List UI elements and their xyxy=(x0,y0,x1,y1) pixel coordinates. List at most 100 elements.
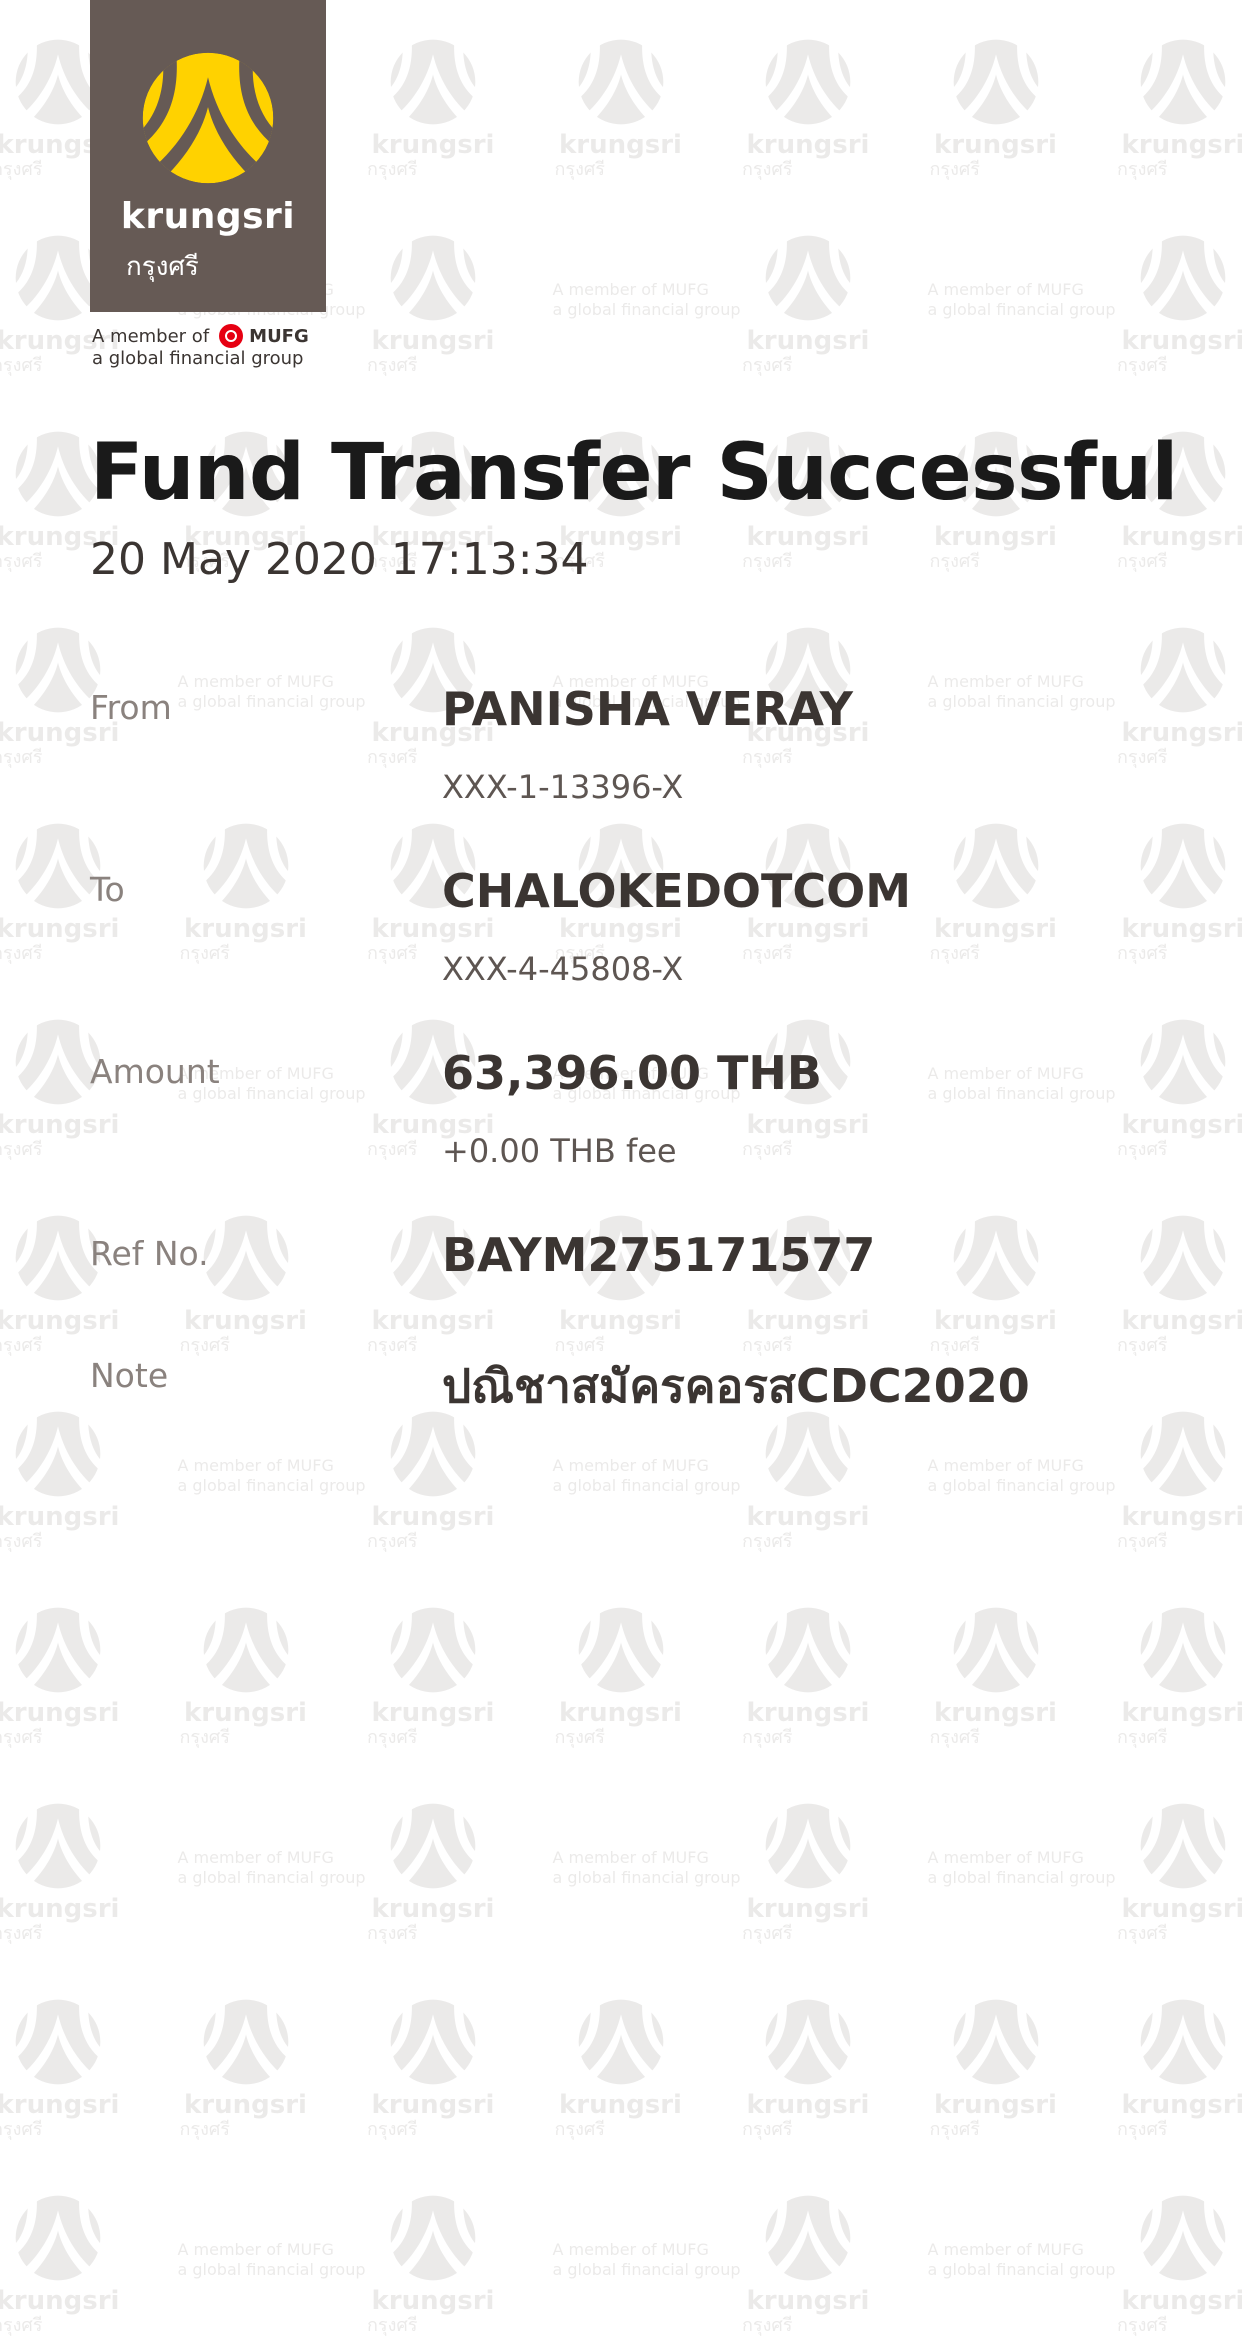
from-name: PANISHA VERAY xyxy=(442,682,853,736)
amount-value: 63,396.00 THB xyxy=(442,1046,822,1100)
watermark-logo-icon xyxy=(763,2195,853,2281)
watermark-logo-icon xyxy=(1138,823,1228,909)
watermark-logo-icon xyxy=(13,2195,103,2281)
watermark-member-text: A member of MUFGa global financial group xyxy=(177,1456,366,1495)
watermark-member-text: A member of MUFGa global financial group xyxy=(552,280,741,319)
watermark-logo-icon xyxy=(201,1607,290,1693)
watermark-tile: krungsriกรุงศรี xyxy=(1113,36,1242,186)
watermark-member-text: A member of MUFGa global financial group xyxy=(177,672,366,711)
watermark-logo-icon xyxy=(576,1607,665,1693)
watermark-tile: krungsriกรุงศรี xyxy=(926,1996,1066,2146)
watermark-tile: krungsriกรุงศรี xyxy=(1113,1408,1242,1558)
watermark-logo-icon xyxy=(388,235,478,321)
watermark-logo-icon xyxy=(388,1607,478,1693)
watermark-tile: krungsriกรุงศรี xyxy=(738,1996,878,2146)
watermark-tile: krungsriกรุงศรี xyxy=(1113,1604,1242,1754)
watermark-tile: krungsriกรุงศรี xyxy=(0,1604,128,1754)
watermark-tile: krungsriกรุงศรี xyxy=(176,820,316,970)
watermark-logo-icon xyxy=(1138,235,1228,321)
watermark-tile: krungsriกรุงศรี xyxy=(363,232,503,382)
watermark-logo-icon xyxy=(576,39,665,125)
watermark-logo-icon xyxy=(13,1411,103,1497)
from-label: From xyxy=(90,688,172,727)
watermark-tile: krungsriกรุงศรี xyxy=(0,1800,128,1950)
watermark-logo-icon xyxy=(576,1999,665,2085)
watermark-logo-icon xyxy=(1138,1215,1228,1301)
watermark-logo-icon xyxy=(763,1999,853,2085)
watermark-tile: krungsriกรุงศรี xyxy=(0,2192,128,2342)
watermark-tile: krungsriกรุงศรี xyxy=(738,1408,878,1558)
watermark-member-text: A member of MUFGa global financial group xyxy=(552,2240,741,2279)
watermark-tile: krungsriกรุงศรี xyxy=(551,1604,691,1754)
watermark-tile: krungsriกรุงศรี xyxy=(1113,1800,1242,1950)
mufg-text: MUFG xyxy=(249,325,309,347)
watermark-member-text: A member of MUFGa global financial group xyxy=(177,2240,366,2279)
ref-label: Ref No. xyxy=(90,1234,209,1273)
watermark-tile: krungsriกรุงศรี xyxy=(926,1212,1066,1362)
member-group-text: a global financial group xyxy=(92,348,304,369)
watermark-logo-icon xyxy=(13,1803,103,1889)
watermark-member-text: A member of MUFGa global financial group xyxy=(552,1848,741,1887)
watermark-logo-icon xyxy=(201,823,290,909)
watermark-logo-icon xyxy=(388,39,478,125)
watermark-tile: krungsriกรุงศรี xyxy=(176,1604,316,1754)
watermark-tile: krungsriกรุงศรี xyxy=(926,820,1066,970)
watermark-logo-icon xyxy=(1138,1607,1228,1693)
watermark-tile: krungsriกรุงศรี xyxy=(176,1996,316,2146)
watermark-tile: krungsriกรุงศรี xyxy=(363,1604,503,1754)
page-title: Fund Transfer Successful xyxy=(90,428,1178,518)
watermark-logo-icon xyxy=(201,1215,290,1301)
watermark-logo-icon xyxy=(1138,627,1228,713)
watermark-member-text: A member of MUFGa global financial group xyxy=(927,1848,1116,1887)
watermark-tile: krungsriกรุงศรี xyxy=(738,36,878,186)
watermark-logo-icon xyxy=(763,1803,853,1889)
logo-brand-thai: กรุงศรี xyxy=(126,252,199,282)
watermark-tile: krungsriกรุงศรี xyxy=(1113,820,1242,970)
watermark-tile: krungsriกรุงศรี xyxy=(363,1800,503,1950)
watermark-tile: krungsriกรุงศรี xyxy=(363,1996,503,2146)
watermark-tile: krungsriกรุงศรี xyxy=(1113,1016,1242,1166)
watermark-logo-icon xyxy=(13,1999,103,2085)
watermark-logo-icon xyxy=(1138,1411,1228,1497)
watermark-tile: krungsriกรุงศรี xyxy=(0,1016,128,1166)
watermark-logo-icon xyxy=(388,1803,478,1889)
watermark-logo-icon xyxy=(1138,2195,1228,2281)
watermark-tile: krungsriกรุงศรี xyxy=(1113,624,1242,774)
watermark-member-text: A member of MUFGa global financial group xyxy=(927,1456,1116,1495)
from-account: XXX-1-13396-X xyxy=(442,768,684,806)
watermark-logo-icon xyxy=(763,235,853,321)
watermark-logo-icon xyxy=(1138,1803,1228,1889)
watermark-tile: krungsriกรุงศรี xyxy=(926,1604,1066,1754)
watermark-tile: krungsriกรุงศรี xyxy=(1113,2192,1242,2342)
ref-value: BAYM275171577 xyxy=(442,1228,876,1282)
watermark-logo-icon xyxy=(201,1999,290,2085)
watermark-logo-icon xyxy=(951,823,1040,909)
watermark-member-text: A member of MUFGa global financial group xyxy=(927,2240,1116,2279)
watermark-member-text: A member of MUFGa global financial group xyxy=(927,1064,1116,1103)
watermark-tile: krungsriกรุงศรี xyxy=(551,1996,691,2146)
krungsri-logo-icon xyxy=(142,52,274,184)
mufg-member-line: A member of MUFG xyxy=(92,324,309,348)
watermark-tile: krungsriกรุงศรี xyxy=(0,1996,128,2146)
watermark-member-text: A member of MUFGa global financial group xyxy=(177,1848,366,1887)
krungsri-logo: krungsri กรุงศรี xyxy=(90,0,326,312)
watermark-tile: krungsriกรุงศรี xyxy=(738,232,878,382)
watermark-member-text: A member of MUFGa global financial group xyxy=(927,672,1116,711)
watermark-tile: krungsriกรุงศรี xyxy=(738,2192,878,2342)
watermark-tile: krungsriกรุงศรี xyxy=(551,36,691,186)
watermark-tile: krungsriกรุงศรี xyxy=(738,1604,878,1754)
watermark-logo-icon xyxy=(763,39,853,125)
to-label: To xyxy=(90,870,125,909)
watermark-member-text: A member of MUFGa global financial group xyxy=(927,280,1116,319)
watermark-logo-icon xyxy=(951,1999,1040,2085)
watermark-logo-icon xyxy=(1138,39,1228,125)
watermark-logo-icon xyxy=(763,1607,853,1693)
to-account: XXX-4-45808-X xyxy=(442,950,684,988)
watermark-tile: krungsriกรุงศรี xyxy=(1113,1212,1242,1362)
watermark-logo-icon xyxy=(951,1607,1040,1693)
watermark-logo-icon xyxy=(13,1607,103,1693)
note-value: ปณิชาสมัครคอรสCDC2020 xyxy=(442,1359,1030,1413)
watermark-logo-icon xyxy=(951,1215,1040,1301)
to-name: CHALOKEDOTCOM xyxy=(442,864,912,918)
watermark-tile: krungsriกรุงศรี xyxy=(1113,1996,1242,2146)
